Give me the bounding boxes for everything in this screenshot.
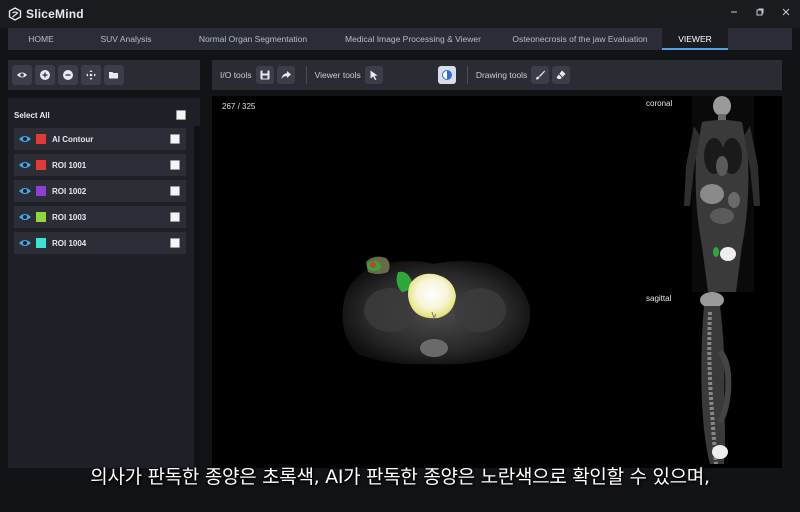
roi-color-swatch <box>36 134 46 144</box>
eye-icon[interactable] <box>18 134 32 144</box>
roi-label: ROI 1001 <box>52 160 87 170</box>
coronal-view-image[interactable] <box>678 96 768 292</box>
slice-counter: 267 / 325 <box>222 102 256 111</box>
tab-medical-image-processing[interactable]: Medical Image Processing & Viewer <box>328 28 498 50</box>
eye-icon[interactable] <box>18 238 32 248</box>
roi-checkbox[interactable] <box>170 238 180 248</box>
axial-slice-image[interactable] <box>330 252 538 370</box>
move-icon <box>86 70 96 80</box>
move-roi-button[interactable] <box>81 65 101 85</box>
coronal-view-label: coronal <box>646 99 673 108</box>
roi-color-swatch <box>36 212 46 222</box>
eye-icon[interactable] <box>18 212 32 222</box>
share-arrow-icon <box>281 71 291 79</box>
close-icon[interactable] <box>780 6 792 18</box>
remove-roi-button[interactable] <box>58 65 78 85</box>
restore-icon[interactable] <box>754 6 766 18</box>
brush-tool-button[interactable] <box>531 66 550 84</box>
roi-checkbox[interactable] <box>170 186 180 196</box>
eraser-tool-button[interactable] <box>552 66 571 84</box>
roi-list: AI Contour ROI 1001 ROI 1002 ROI 1003 RO… <box>14 128 186 258</box>
select-all-row: Select All <box>14 108 186 122</box>
contrast-icon <box>441 70 452 80</box>
brush-icon <box>536 70 546 80</box>
roi-label: ROI 1002 <box>52 186 87 196</box>
app-title: SliceMind <box>26 7 84 21</box>
image-viewer[interactable]: 267 / 325 coronal sagittal <box>212 96 782 468</box>
pointer-tool-button[interactable] <box>364 66 383 84</box>
eye-icon[interactable] <box>18 160 32 170</box>
tab-home[interactable]: HOME <box>8 28 74 50</box>
tab-suv-analysis[interactable]: SUV Analysis <box>74 28 178 50</box>
add-icon <box>40 70 50 80</box>
main-tab-bar: HOME SUV Analysis Normal Organ Segmentat… <box>8 28 792 50</box>
sagittal-view-label: sagittal <box>646 294 672 303</box>
roi-item-1004[interactable]: ROI 1004 <box>14 232 186 254</box>
minimize-icon[interactable] <box>728 6 740 18</box>
contrast-tool-button[interactable] <box>437 66 456 84</box>
tab-osteonecrosis-evaluation[interactable]: Osteonecrosis of the jaw Evaluation <box>498 28 662 50</box>
roi-label: ROI 1004 <box>52 238 87 248</box>
roi-item-1003[interactable]: ROI 1003 <box>14 206 186 228</box>
slicemind-logo-icon <box>8 7 22 21</box>
tab-normal-organ-segmentation[interactable]: Normal Organ Segmentation <box>178 28 328 50</box>
roi-checkbox[interactable] <box>170 134 180 144</box>
open-folder-button[interactable] <box>104 65 124 85</box>
select-all-label: Select All <box>14 110 50 120</box>
video-subtitle: 의사가 판독한 종양은 초록색, AI가 판독한 종양은 노란색으로 확인할 수… <box>90 466 710 488</box>
window-controls <box>728 6 792 18</box>
roi-item-1001[interactable]: ROI 1001 <box>14 154 186 176</box>
roi-label: AI Contour <box>52 134 94 144</box>
cursor-icon <box>370 70 378 80</box>
roi-color-swatch <box>36 238 46 248</box>
add-roi-button[interactable] <box>35 65 55 85</box>
roi-item-1002[interactable]: ROI 1002 <box>14 180 186 202</box>
sagittal-view-image[interactable] <box>690 292 750 464</box>
tab-viewer[interactable]: VIEWER <box>662 28 728 50</box>
roi-label: ROI 1003 <box>52 212 87 222</box>
eraser-icon <box>556 70 566 79</box>
folder-open-icon <box>109 72 118 79</box>
export-button[interactable] <box>276 66 295 84</box>
eye-icon <box>17 72 27 78</box>
roi-checkbox[interactable] <box>170 160 180 170</box>
eye-icon[interactable] <box>18 186 32 196</box>
viewer-toolbar: I/O tools Viewer tools Drawing tools <box>212 60 782 90</box>
app-logo: SliceMind <box>8 7 84 21</box>
drawing-tools-label: Drawing tools <box>475 70 528 80</box>
roi-checkbox[interactable] <box>170 212 180 222</box>
roi-panel: Select All AI Contour ROI 1001 ROI 1002 <box>8 98 200 468</box>
toolbar-divider <box>305 66 307 84</box>
save-icon <box>260 70 270 80</box>
viewer-tools-label: Viewer tools <box>314 70 361 80</box>
app-window: SliceMind HOME SUV Analysis Normal Organ… <box>0 0 800 512</box>
io-tools-label: I/O tools <box>220 70 252 80</box>
roi-item-ai-contour[interactable]: AI Contour <box>14 128 186 150</box>
remove-icon <box>63 70 73 80</box>
toolbar-divider <box>466 66 468 84</box>
roi-list-scrollbar[interactable] <box>194 126 200 468</box>
save-button[interactable] <box>255 66 274 84</box>
toggle-visibility-button[interactable] <box>12 65 32 85</box>
roi-color-swatch <box>36 160 46 170</box>
select-all-checkbox[interactable] <box>176 110 186 120</box>
roi-toolbar <box>8 60 200 90</box>
roi-color-swatch <box>36 186 46 196</box>
title-bar: SliceMind <box>0 0 800 28</box>
